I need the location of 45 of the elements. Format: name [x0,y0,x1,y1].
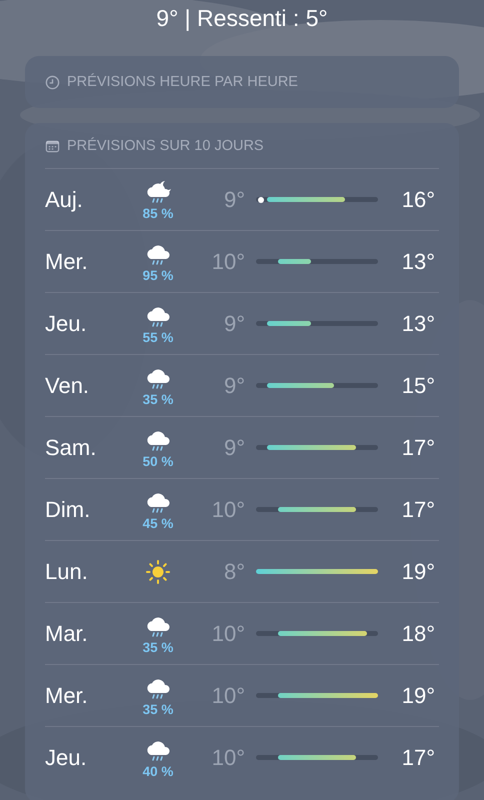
sun-icon [143,558,173,584]
low-temperature: 10° [210,496,246,522]
day-label: Ven. [45,372,90,398]
precipitation-chance: 40 % [142,764,174,778]
high-temperature: 15° [400,372,436,398]
high-temperature: 16° [400,186,436,212]
precipitation-chance: 55 % [142,330,174,344]
precipitation-chance: 35 % [142,392,174,406]
low-temperature: 9° [222,372,246,398]
low-temperature: 10° [210,248,246,274]
low-temperature: 9° [222,310,246,336]
precipitation-chance: 95 % [142,268,174,282]
high-temperature: 13° [400,310,436,336]
section-title: PRÉVISIONS SUR 10 JOURS [67,138,264,154]
precipitation-chance: 45 % [142,516,174,530]
day-label: Lun. [45,558,89,584]
high-temperature: 18° [400,620,436,646]
day-label: Dim. [45,496,92,522]
high-temperature: 17° [400,496,436,522]
precipitation-chance: 35 % [142,702,174,716]
low-temperature: 9° [222,434,246,460]
high-temperature: 19° [400,558,436,584]
day-label: Jeu. [45,310,88,336]
precipitation-chance: 85 % [142,206,174,220]
day-label: Mer. [45,248,89,274]
precipitation-chance: 35 % [142,640,174,654]
high-temperature: 13° [400,248,436,274]
low-temperature: 8° [222,558,246,584]
low-temperature: 10° [210,682,246,708]
high-temperature: 17° [400,744,436,770]
day-label: Mer. [45,682,89,708]
high-temperature: 17° [400,434,436,460]
low-temperature: 9° [222,186,246,212]
high-temperature: 19° [400,682,436,708]
day-label: Mar. [45,620,89,646]
section-title: PRÉVISIONS HEURE PAR HEURE [67,74,298,90]
day-label: Jeu. [45,744,88,770]
day-label: Sam. [45,434,98,460]
low-temperature: 10° [210,620,246,646]
calendar-icon [45,138,60,154]
clock-icon [45,74,60,90]
current-temperature: 9° | Ressenti : 5° [156,4,328,33]
day-label: Auj. [45,186,84,212]
precipitation-chance: 50 % [142,454,174,468]
low-temperature: 10° [210,744,246,770]
